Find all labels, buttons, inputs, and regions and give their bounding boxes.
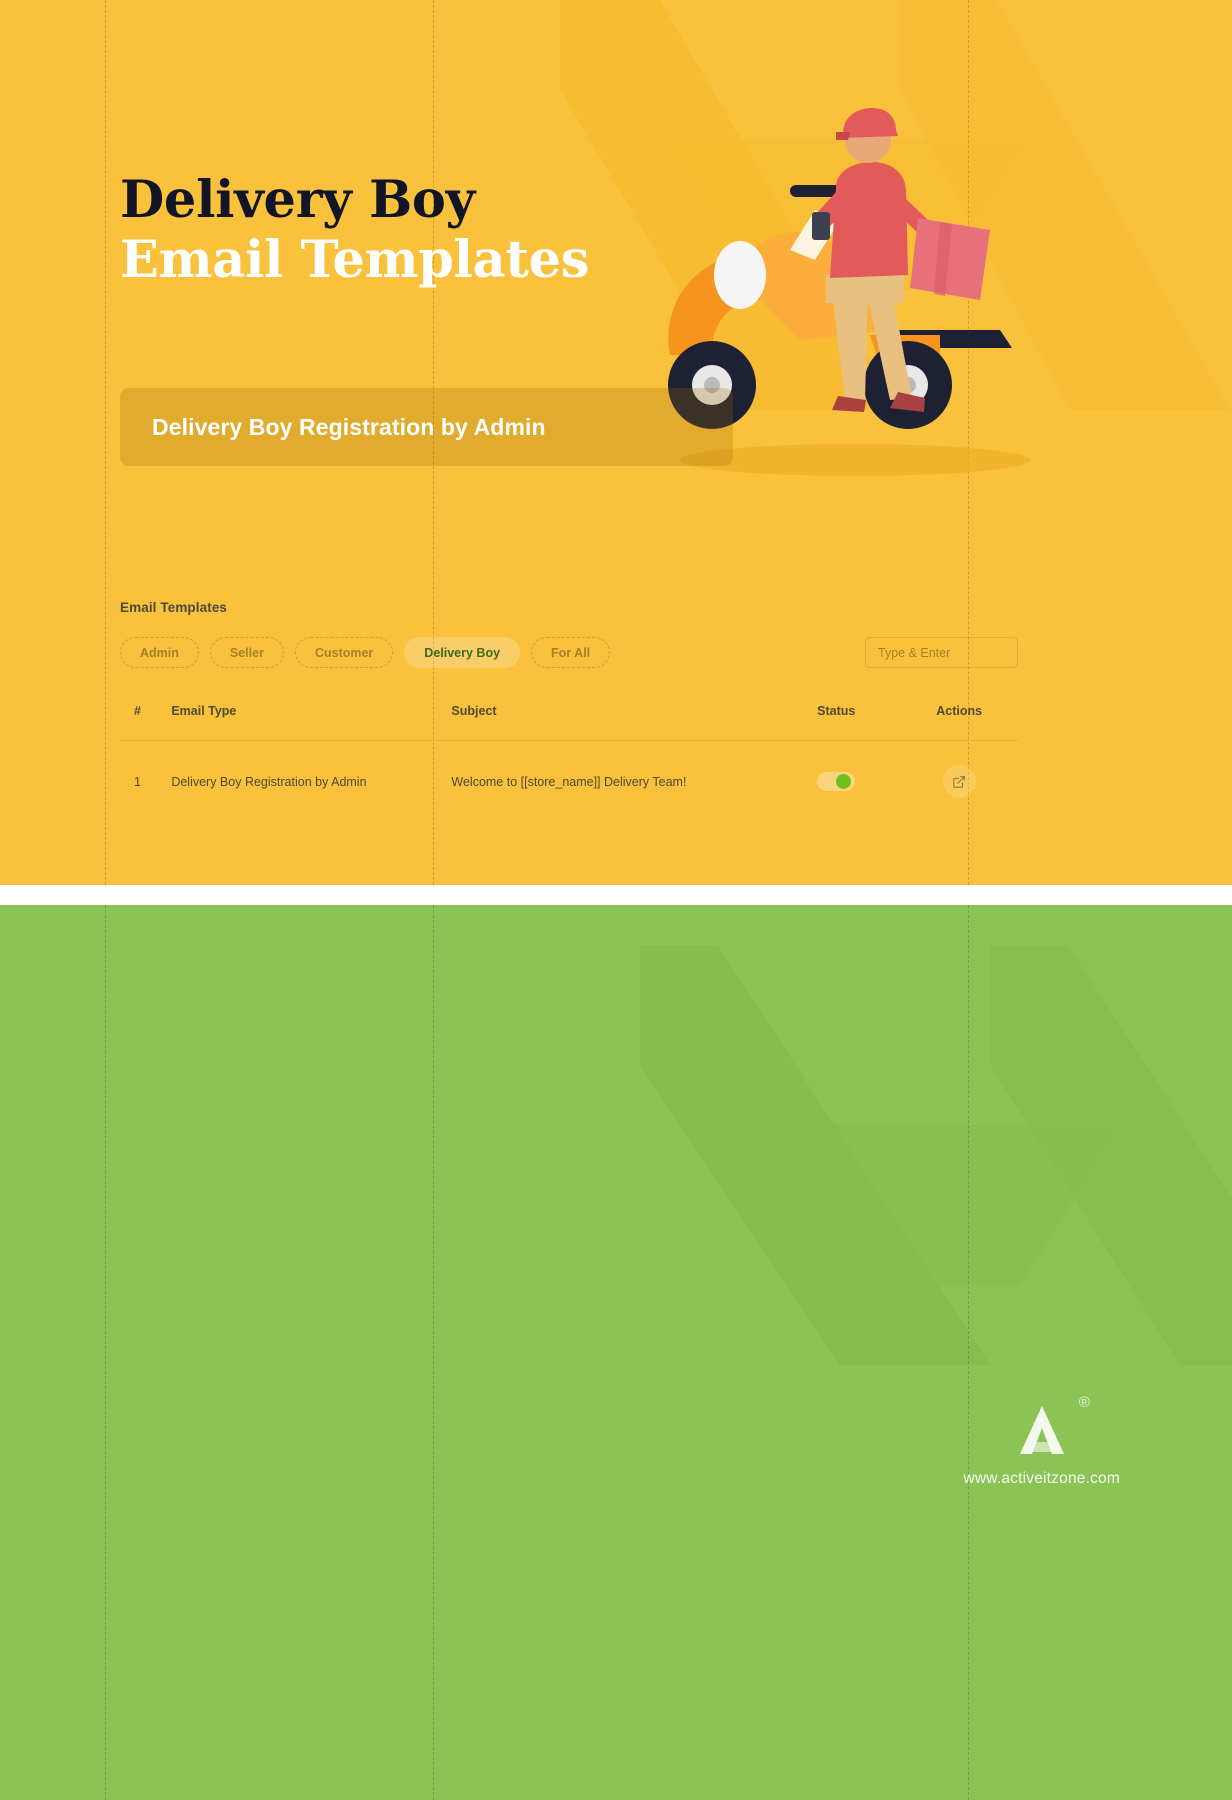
tab-seller[interactable]: Seller (209, 637, 284, 668)
cell-index: 1 (134, 774, 141, 789)
tab-delivery-boy[interactable]: Delivery Boy (404, 637, 521, 668)
col-header-subject: Subject (451, 704, 497, 718)
search-placeholder-text: Type & Enter (878, 645, 951, 660)
status-toggle[interactable] (817, 772, 856, 791)
brand-website-url: www.activeitzone.com (963, 1470, 1120, 1487)
cell-email-type: Delivery Boy Registration by Admin (171, 774, 367, 789)
edit-icon (953, 775, 966, 788)
tab-customer[interactable]: Customer (294, 637, 394, 668)
layout-guides (0, 905, 1232, 1800)
activeitzone-triangle-logo-icon (1019, 1406, 1064, 1454)
app-toolbar: Admin Seller Customer Delivery Boy For A… (120, 637, 1018, 668)
email-templates-table: # Email Type Subject Status Actions 1 De… (120, 694, 1018, 822)
cell-status (772, 741, 900, 823)
tab-admin[interactable]: Admin (120, 637, 199, 668)
hero-heading-delivery: Delivery Boy Email Templates (120, 170, 590, 291)
table-body: 1 Delivery Boy Registration by Admin Wel… (120, 740, 1018, 823)
col-header-status: Status (817, 704, 856, 718)
table-row: 1 Delivery Boy Registration by Admin Wel… (120, 740, 1018, 823)
delivery-boy-section: Delivery Boy Email Templates Delivery Bo… (0, 0, 1232, 885)
search-input[interactable]: Type & Enter (865, 637, 1018, 668)
registered-trademark-symbol: ® (1078, 1394, 1090, 1411)
app-panel-title: Email Templates (120, 600, 228, 615)
col-header-index: # (134, 704, 141, 718)
brand-logo: ® (1010, 1394, 1090, 1462)
cell-subject: Welcome to [[store_name]] Delivery Team! (451, 774, 687, 789)
col-header-email-type: Email Type (171, 704, 237, 718)
poster-page: Delivery Boy Email Templates Delivery Bo… (0, 0, 1232, 1800)
hero-line-1: Delivery Boy (120, 170, 475, 230)
feature-bar-label: Delivery Boy Registration by Admin (152, 413, 546, 440)
edit-button[interactable] (942, 765, 976, 798)
table-header-row: # Email Type Subject Status Actions (120, 694, 1018, 741)
role-tabs: Admin Seller Customer Delivery Boy For A… (120, 637, 611, 668)
common-templates-section: 1 Common Email Templates (0, 905, 1232, 1800)
hero-line-2: Email Templates (120, 230, 590, 291)
email-templates-app-delivery: Email Templates Admin Seller Customer De… (120, 600, 1018, 822)
cell-actions (900, 741, 1018, 823)
feature-bar-delivery: Delivery Boy Registration by Admin (120, 388, 733, 466)
brand-footer: ® www.activeitzone.com (963, 1394, 1120, 1488)
tab-for-all[interactable]: For All (531, 637, 611, 668)
col-header-actions: Actions (936, 704, 983, 718)
brand-watermark-icon (640, 945, 1232, 1365)
table-head: # Email Type Subject Status Actions (120, 694, 1018, 741)
